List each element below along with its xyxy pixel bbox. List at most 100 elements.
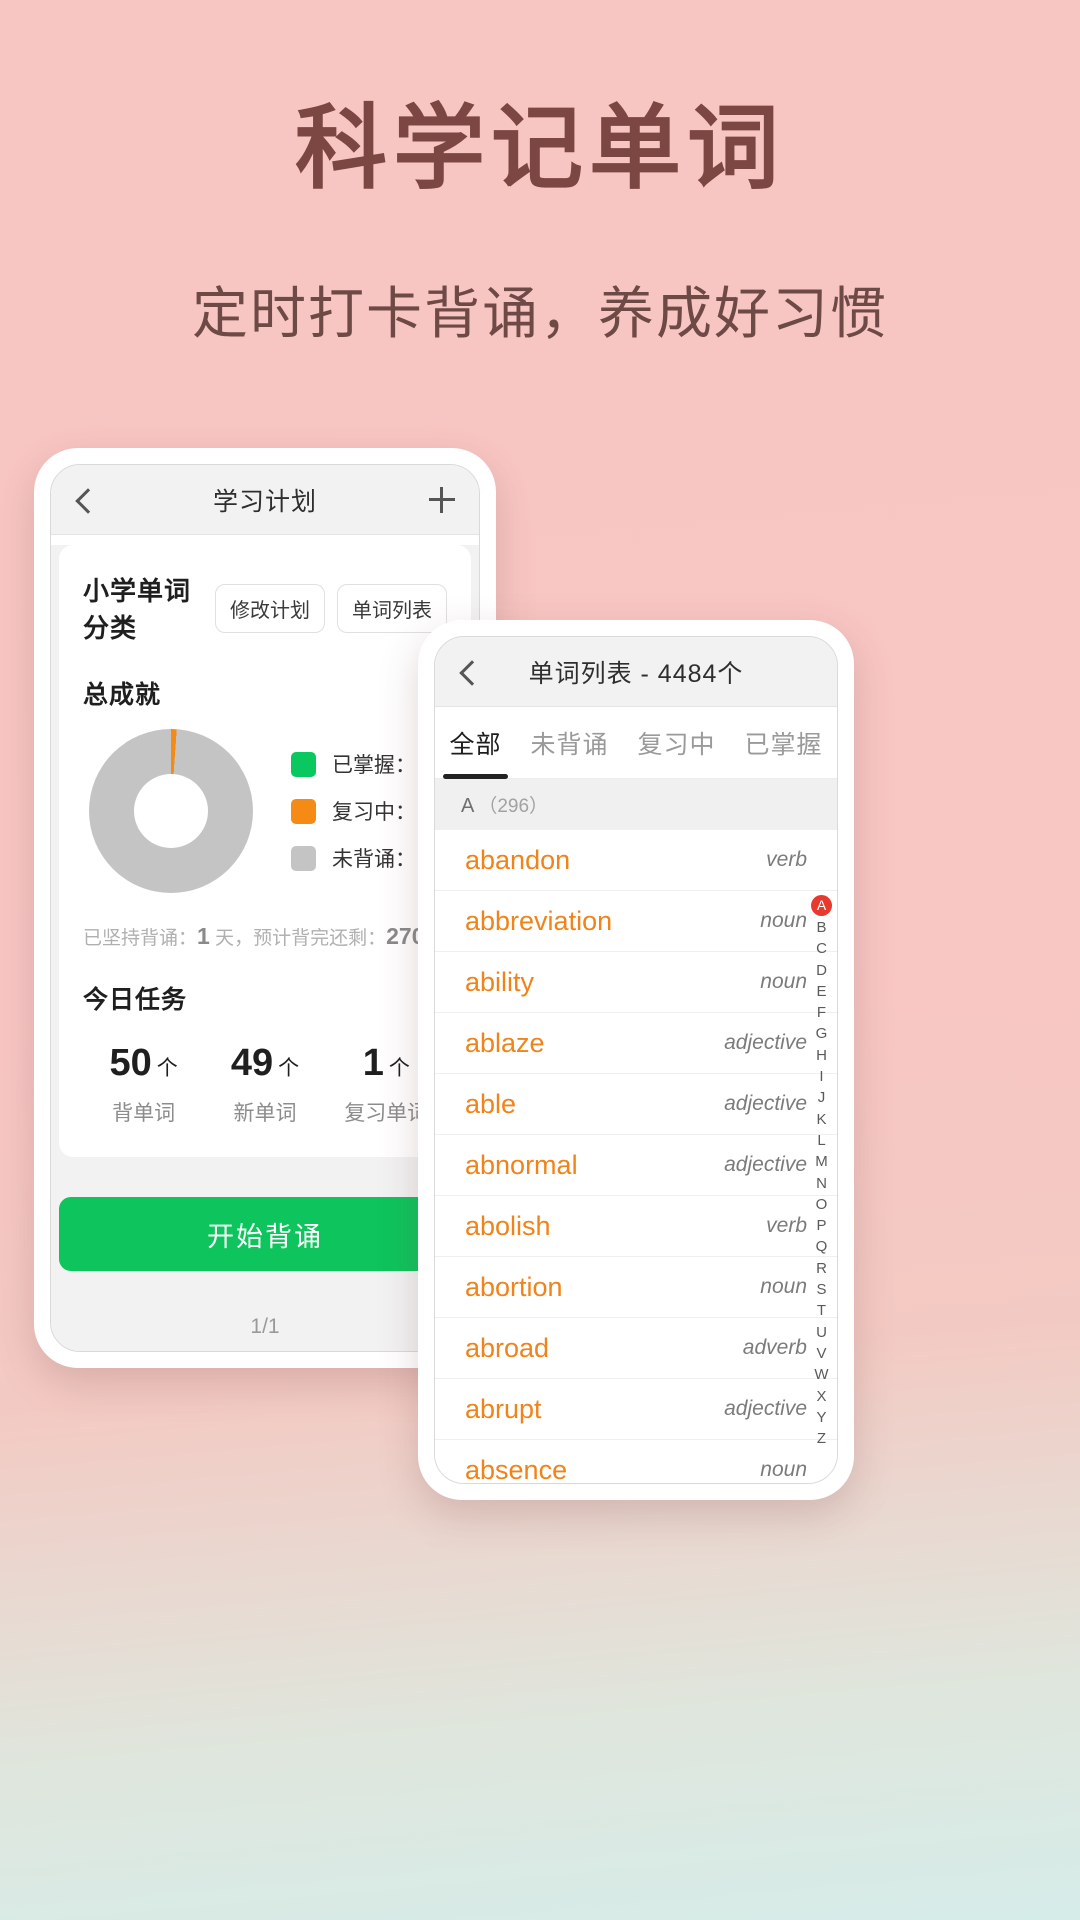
tab-reviewing[interactable]: 复习中 [635, 719, 717, 767]
word-row[interactable]: abandon verb [435, 830, 837, 891]
stat-label: 新单词 [233, 1102, 297, 1125]
tab-unlearned[interactable]: 未背诵 [528, 719, 610, 767]
word-row[interactable]: ablaze adjective [435, 1013, 837, 1074]
alpha-index-l[interactable]: L [817, 1130, 825, 1151]
word-part-of-speech: adjective [724, 1153, 807, 1176]
study-plan-body: 小学单词分类 修改计划 单词列表 总成就 已掌握： 复习中： 未背诵： 已坚持背… [51, 545, 479, 1351]
legend-swatch-unlearned [291, 845, 316, 871]
plan-card: 小学单词分类 修改计划 单词列表 总成就 已掌握： 复习中： 未背诵： 已坚持背… [59, 545, 471, 1157]
word-row[interactable]: abolish verb [435, 1196, 837, 1257]
study-plan-title: 学习计划 [212, 487, 317, 516]
plan-name: 小学单词分类 [83, 576, 192, 643]
alpha-index-m[interactable]: M [815, 1151, 828, 1172]
word-list-button[interactable]: 单词列表 [337, 583, 447, 633]
phone-mockup-word-list: 单词列表 - 4484个 全部 未背诵 复习中 已掌握 A （296） aband… [418, 620, 854, 1500]
alphabet-index[interactable]: ABCDEFGHIJKLMNOPQRSTUVWXYZ [811, 895, 832, 1449]
word-row[interactable]: abbreviation noun [435, 891, 837, 952]
alpha-index-a[interactable]: A [811, 895, 832, 916]
donut-hole [134, 774, 208, 848]
alpha-index-n[interactable]: N [816, 1173, 827, 1194]
alpha-index-h[interactable]: H [816, 1045, 827, 1066]
word-group-header: A （296） [435, 779, 837, 830]
plan-header: 小学单词分类 修改计划 单词列表 [83, 571, 447, 645]
word-list-container[interactable]: A （296） abandon verb abbreviation noun abilit… [435, 779, 837, 1483]
alpha-index-i[interactable]: I [819, 1066, 823, 1087]
word-row[interactable]: abroad adverb [435, 1318, 837, 1379]
edit-plan-button[interactable]: 修改计划 [215, 583, 325, 633]
alpha-index-k[interactable]: K [816, 1109, 826, 1130]
word-part-of-speech: adverb [742, 1336, 807, 1359]
stat-new-words: 49 个 新单词 [204, 1042, 325, 1127]
alpha-index-b[interactable]: B [816, 917, 826, 938]
legend-label-reviewing: 复习中： [332, 801, 416, 824]
alpha-index-o[interactable]: O [816, 1194, 828, 1215]
stat-number: 1 [362, 1042, 384, 1084]
alpha-index-e[interactable]: E [816, 981, 826, 1002]
group-count: （296） [478, 796, 549, 817]
alpha-index-j[interactable]: J [818, 1087, 826, 1108]
page-indicator: 1/1 [250, 1315, 280, 1338]
hero-section: 科学记单词 定时打卡背诵，养成好习惯 [0, 0, 1080, 350]
word-term: abroad [465, 1332, 550, 1363]
tab-mastered[interactable]: 已掌握 [742, 719, 824, 767]
stat-review-words: 50 个 背单词 [83, 1042, 204, 1127]
tab-all[interactable]: 全部 [443, 719, 508, 779]
alpha-index-q[interactable]: Q [816, 1236, 828, 1257]
stat-unit: 个 [278, 1057, 300, 1080]
word-part-of-speech: adjective [724, 1092, 807, 1115]
word-term: absence [465, 1454, 568, 1484]
achievement-chart-section: 已掌握： 0 复习中： 50 未背诵： 4434 [83, 729, 467, 893]
group-letter: A [461, 795, 475, 817]
study-plan-navbar: 学习计划 [51, 465, 479, 535]
word-list-title: 单词列表 - 4484个 [528, 659, 744, 688]
stat-value: 49 个 [204, 1042, 325, 1085]
word-row[interactable]: ability noun [435, 952, 837, 1013]
word-part-of-speech: noun [760, 1275, 807, 1298]
word-part-of-speech: noun [760, 1458, 807, 1481]
word-term: abolish [465, 1210, 551, 1241]
chevron-left-icon[interactable] [457, 661, 479, 683]
stat-number: 49 [230, 1042, 274, 1084]
alpha-index-t[interactable]: T [817, 1300, 826, 1321]
alpha-index-u[interactable]: U [816, 1322, 827, 1343]
today-task-stats: 50 个 背单词 49 个 新单词 1个 复习单词 [83, 1042, 447, 1127]
alpha-index-r[interactable]: R [816, 1258, 827, 1279]
word-part-of-speech: noun [760, 970, 807, 993]
alpha-index-s[interactable]: S [816, 1279, 826, 1300]
word-row[interactable]: able adjective [435, 1074, 837, 1135]
stat-number: 50 [109, 1042, 152, 1084]
page-subtitle: 定时打卡背诵，养成好习惯 [192, 282, 888, 345]
alpha-index-z[interactable]: Z [817, 1428, 826, 1449]
achievement-donut-chart [89, 729, 253, 893]
legend-label-unlearned: 未背诵： [332, 848, 416, 871]
stat-unit: 个 [388, 1057, 410, 1080]
chevron-left-icon[interactable] [73, 489, 95, 511]
word-term: abrupt [465, 1393, 542, 1424]
alpha-index-w[interactable]: W [814, 1364, 828, 1385]
alpha-index-v[interactable]: V [816, 1343, 826, 1364]
word-row[interactable]: abortion noun [435, 1257, 837, 1318]
word-rows: abandon verb abbreviation noun ability noun ab… [435, 830, 837, 1483]
alpha-index-p[interactable]: P [816, 1215, 826, 1236]
plan-actions: 修改计划 单词列表 [215, 583, 447, 633]
streak-days: 1 [197, 923, 210, 949]
word-part-of-speech: adjective [724, 1031, 807, 1054]
plus-icon[interactable] [429, 486, 455, 513]
alpha-index-g[interactable]: G [816, 1023, 828, 1044]
alpha-index-c[interactable]: C [816, 938, 827, 959]
word-row[interactable]: abnormal adjective [435, 1135, 837, 1196]
word-row[interactable]: absence noun [435, 1440, 837, 1484]
stat-label: 背单词 [112, 1102, 176, 1125]
start-recite-button[interactable]: 开始背诵 [59, 1197, 471, 1271]
word-term: abbreviation [465, 905, 613, 936]
stat-unit: 个 [156, 1057, 178, 1080]
word-list-screen: 单词列表 - 4484个 全部 未背诵 复习中 已掌握 A （296） aband… [434, 636, 838, 1484]
word-list-navbar: 单词列表 - 4484个 [435, 637, 837, 707]
alpha-index-x[interactable]: X [816, 1386, 826, 1407]
word-row[interactable]: abrupt adjective [435, 1379, 837, 1440]
alpha-index-f[interactable]: F [817, 1002, 826, 1023]
alpha-index-y[interactable]: Y [816, 1407, 826, 1428]
alpha-index-d[interactable]: D [816, 960, 827, 981]
word-part-of-speech: verb [766, 1214, 807, 1237]
streak-prefix: 已坚持背诵： [83, 928, 198, 949]
